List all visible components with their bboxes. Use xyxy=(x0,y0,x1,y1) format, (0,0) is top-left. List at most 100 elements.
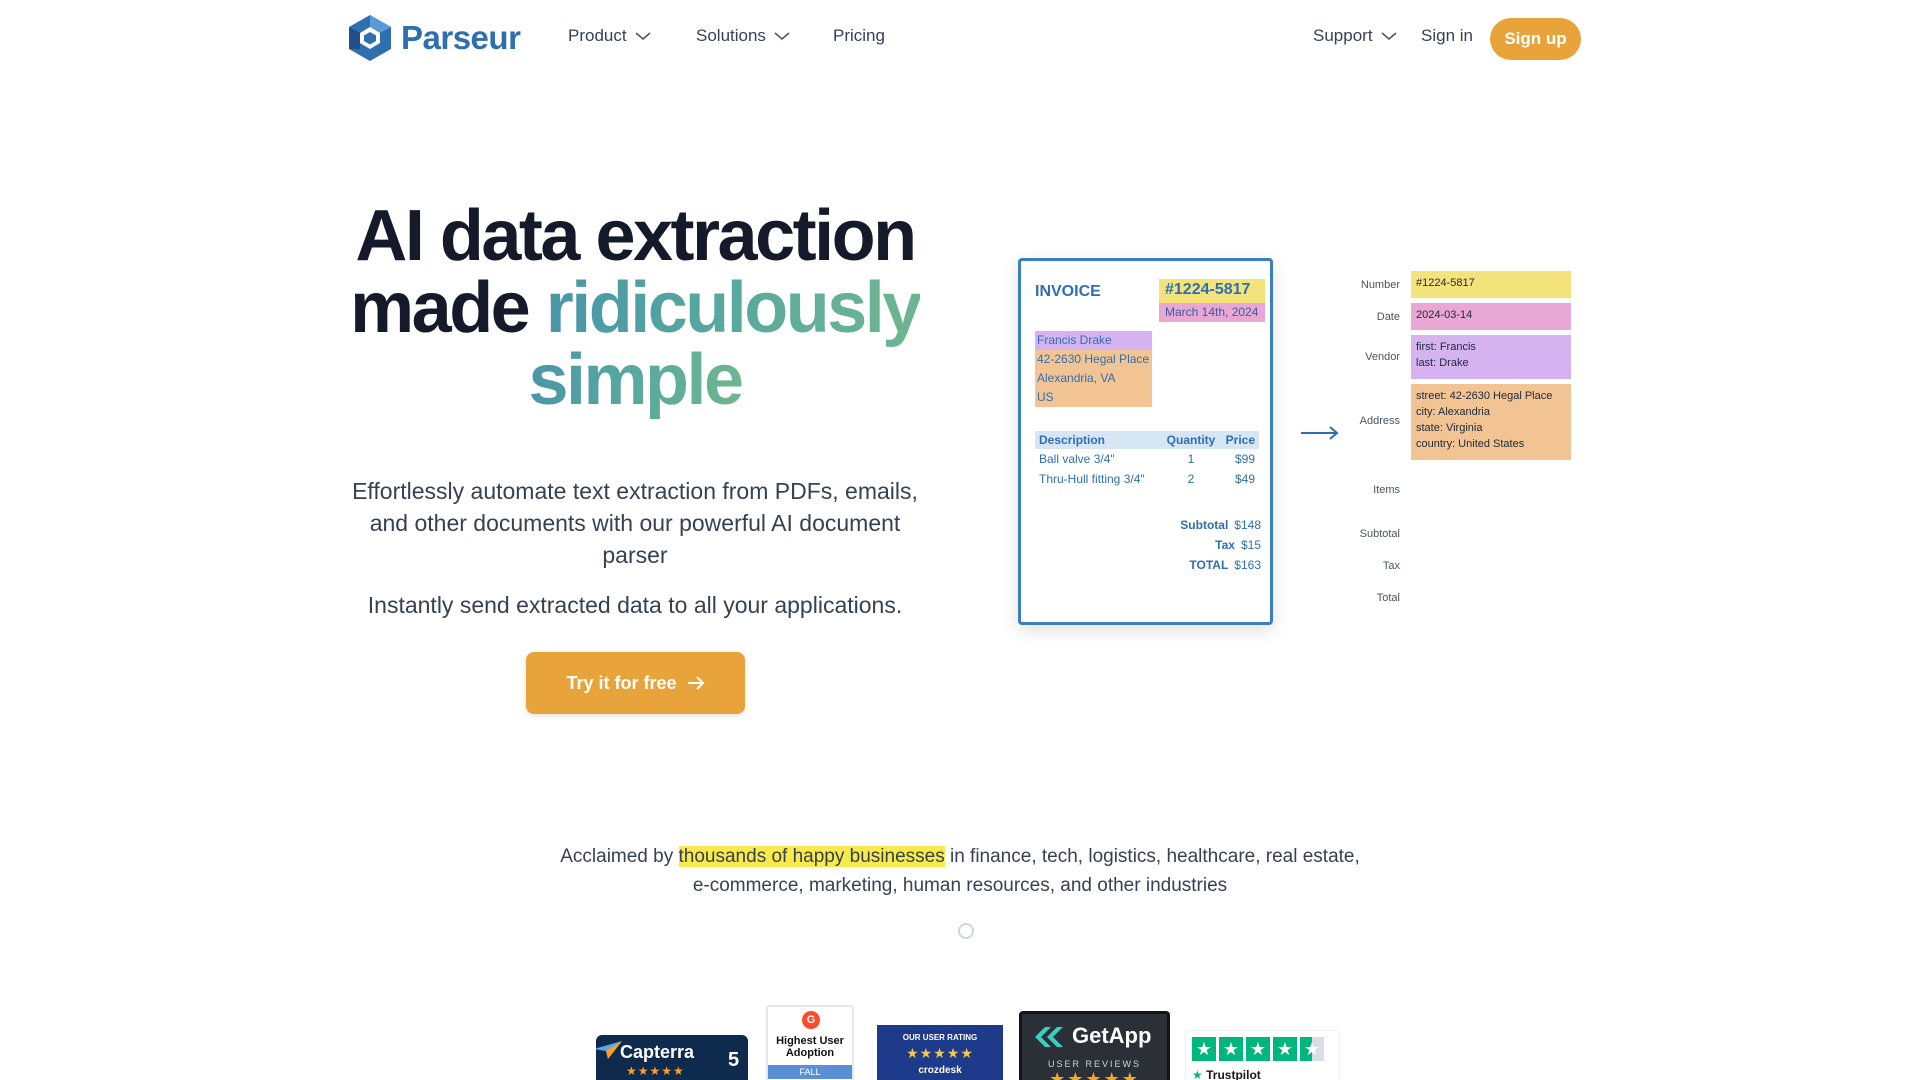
crozdesk-badge[interactable]: OUR USER RATING ★★★★★ crozdesk xyxy=(877,1025,1003,1080)
address-street: 42-2630 Hegal Place xyxy=(1035,350,1152,369)
row-price: $99 xyxy=(1234,452,1255,466)
subtotal-value: $148 xyxy=(1234,518,1261,532)
logo-text: Parseur xyxy=(401,19,521,56)
crozdesk-brand: crozdesk xyxy=(918,1065,962,1076)
capterra-score: 5 xyxy=(728,1049,740,1071)
row-description: Ball valve 3/4" xyxy=(1039,452,1115,466)
address-city-value: city: Alexandria xyxy=(1416,406,1490,418)
parseur-logo-icon xyxy=(349,15,391,61)
g2-badge[interactable]: G Highest User Adoption FALL xyxy=(766,1005,854,1080)
try-free-button[interactable]: Try it for free xyxy=(526,652,745,714)
trustpilot-star-icon: ★ xyxy=(1192,1068,1203,1080)
nav-pricing[interactable]: Pricing xyxy=(833,26,885,46)
field-address-label: Address xyxy=(1359,415,1400,427)
nav-solutions[interactable]: Solutions xyxy=(696,26,790,46)
hero-title-line1: AI data extraction xyxy=(355,196,917,276)
trustpilot-label-text: Trustpilot xyxy=(1206,1068,1261,1080)
total-label: TOTAL xyxy=(1189,558,1229,572)
invoice-date: March 14th, 2024 xyxy=(1159,303,1265,322)
field-total-label: Total xyxy=(1376,592,1400,604)
signin-label: Sign in xyxy=(1421,26,1473,45)
table-header: Description Quantity Price xyxy=(1035,431,1259,449)
field-subtotal-label: Subtotal xyxy=(1359,528,1400,540)
capterra-arrow-icon xyxy=(596,1041,622,1059)
vendor-first: first: Francis xyxy=(1416,341,1476,353)
chevron-down-icon xyxy=(1381,32,1397,41)
row-quantity: 1 xyxy=(1187,452,1195,466)
tax-value: $15 xyxy=(1240,538,1261,552)
header-description: Description xyxy=(1039,433,1106,447)
address-state-value: state: Virginia xyxy=(1416,422,1483,434)
row-description: Thru-Hull fitting 3/4" xyxy=(1039,472,1145,486)
field-tax-label: Tax xyxy=(1382,560,1400,572)
tax-label: Tax xyxy=(1215,538,1235,552)
address-country: US xyxy=(1035,388,1152,407)
total-row: TOTAL $163 xyxy=(1121,555,1261,575)
invoice-title: INVOICE xyxy=(1035,283,1101,300)
address-street-value: street: 42-2630 Hegal Place xyxy=(1416,390,1553,402)
total-value: $163 xyxy=(1234,558,1261,572)
acclaim-prefix: Acclaimed by xyxy=(560,846,679,867)
signup-button[interactable]: Sign up xyxy=(1490,18,1581,60)
arrow-right-icon xyxy=(1301,426,1339,440)
nav-solutions-label: Solutions xyxy=(696,26,766,45)
field-vendor-value: first: Francis last: Drake xyxy=(1411,335,1571,379)
nav-product[interactable]: Product xyxy=(568,26,651,46)
chevron-down-icon xyxy=(635,32,651,41)
subtotal-row: Subtotal $148 xyxy=(1121,515,1261,535)
header-quantity: Quantity xyxy=(1166,433,1216,447)
capterra-badge[interactable]: Capterra ★★★★★ 5 xyxy=(596,1035,748,1080)
hero-title-ridiculously: ridiculously xyxy=(545,268,923,348)
getapp-label: GetApp xyxy=(1072,1023,1152,1048)
g2-logo-icon: G xyxy=(802,1011,820,1029)
crozdesk-stars: ★★★★★ xyxy=(906,1045,974,1061)
invoice-number-box: #1224-5817 March 14th, 2024 xyxy=(1159,279,1265,322)
row-quantity: 2 xyxy=(1187,472,1195,486)
nav-pricing-label: Pricing xyxy=(833,26,885,45)
field-number-label: Number xyxy=(1360,279,1400,291)
trustpilot-stars: ★ ★ ★ ★ ★ xyxy=(1192,1037,1324,1061)
tax-row: Tax $15 xyxy=(1121,535,1261,555)
acclaim-highlight: thousands of happy businesses xyxy=(678,846,945,867)
g2-line1: Highest User xyxy=(776,1035,844,1047)
getapp-logo-icon xyxy=(1035,1027,1063,1047)
nav-support[interactable]: Support xyxy=(1313,26,1397,46)
nav-product-label: Product xyxy=(568,26,627,45)
address-city: Alexandria, VA xyxy=(1035,369,1152,388)
hero-subtitle-2: Instantly send extracted data to all you… xyxy=(367,592,903,618)
trustpilot-badge[interactable]: ★ ★ ★ ★ ★ ★ Trustpilot xyxy=(1185,1030,1340,1080)
chevron-down-icon xyxy=(774,32,790,41)
field-date-value: 2024-03-14 xyxy=(1411,303,1571,330)
field-number-value: #1224-5817 xyxy=(1411,271,1571,298)
loading-spinner-icon xyxy=(958,923,974,939)
arrow-right-icon xyxy=(687,676,704,690)
getapp-sub: USER REVIEWS xyxy=(1047,1059,1141,1069)
invoice-items-table: Description Quantity Price Ball valve 3/… xyxy=(1035,431,1259,489)
g2-line2: Adoption xyxy=(785,1047,835,1059)
field-vendor-label: Vendor xyxy=(1365,351,1400,363)
invoice-address: Francis Drake 42-2630 Hegal Place Alexan… xyxy=(1035,331,1152,407)
try-free-label: Try it for free xyxy=(566,672,677,693)
g2-season: FALL xyxy=(768,1065,852,1079)
invoice-number: #1224-5817 xyxy=(1159,279,1265,303)
invoice-illustration: INVOICE #1224-5817 March 14th, 2024 Fran… xyxy=(1018,258,1273,625)
getapp-stars: ★★★★★ xyxy=(1049,1069,1140,1080)
hero-subtitle: Effortlessly automate text extraction fr… xyxy=(352,478,918,568)
nav-support-label: Support xyxy=(1313,26,1373,45)
crozdesk-top: OUR USER RATING xyxy=(902,1033,978,1042)
logo[interactable]: Parseur xyxy=(347,13,521,63)
getapp-badge[interactable]: GetApp USER REVIEWS ★★★★★ xyxy=(1019,1011,1170,1080)
field-date-label: Date xyxy=(1376,311,1400,323)
table-row: Ball valve 3/4" 1 $99 xyxy=(1035,449,1259,469)
hero-title-simple: simple xyxy=(528,340,744,420)
field-address-value: street: 42-2630 Hegal Place city: Alexan… xyxy=(1411,384,1571,460)
table-row: Thru-Hull fitting 3/4" 2 $49 xyxy=(1035,469,1259,489)
field-items-label: Items xyxy=(1373,484,1400,496)
invoice-totals: Subtotal $148 Tax $15 TOTAL $163 xyxy=(1121,515,1261,575)
capterra-label: Capterra xyxy=(620,1042,695,1062)
subtotal-label: Subtotal xyxy=(1180,518,1229,532)
top-navigation: Parseur Product Solutions Pricing Suppor… xyxy=(0,0,1920,80)
address-name: Francis Drake xyxy=(1035,331,1152,350)
vendor-last: last: Drake xyxy=(1416,357,1469,369)
signin-link[interactable]: Sign in xyxy=(1421,26,1473,46)
